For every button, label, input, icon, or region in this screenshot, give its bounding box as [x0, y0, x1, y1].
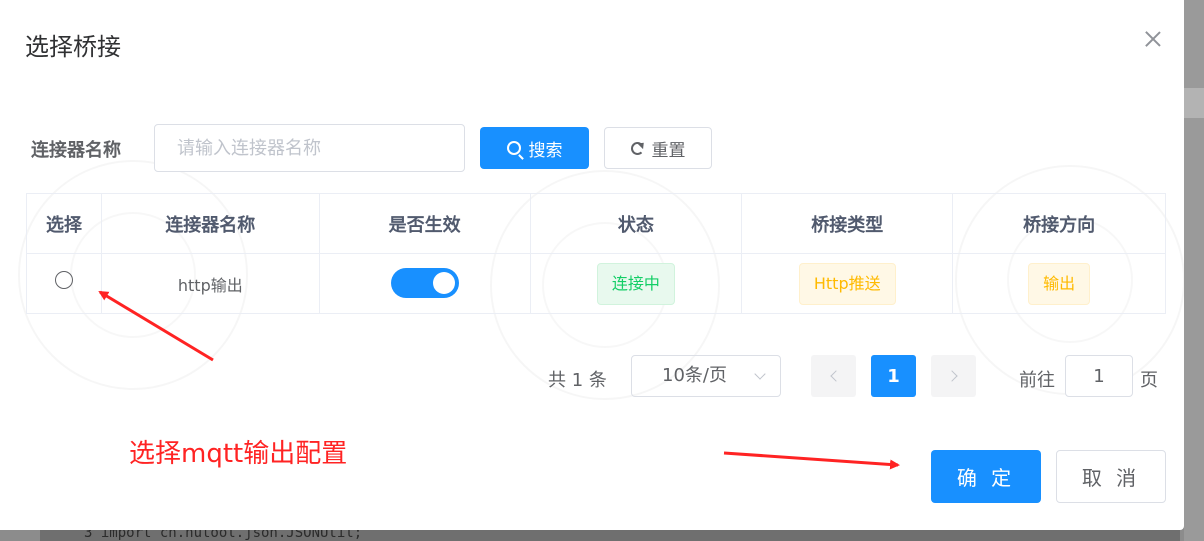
page-number-current[interactable]: 1: [871, 355, 916, 397]
search-button[interactable]: 搜索: [480, 127, 589, 169]
bridge-direction-tag: 输出: [1028, 262, 1091, 305]
background-strip: [1184, 88, 1204, 118]
goto-prefix: 前往: [1019, 370, 1055, 391]
header-bridge-direction: 桥接方向: [952, 193, 1166, 254]
page-size-value: 10条/页: [662, 365, 727, 386]
select-bridge-dialog: 选择桥接 连接器名称 搜索 重置 选择 连接器名称 是否生效 状态 桥接类型 桥…: [0, 0, 1184, 530]
cell-connector-name: http输出: [100, 253, 320, 314]
search-button-label: 搜索: [528, 140, 563, 161]
header-bridge-type: 桥接类型: [741, 193, 954, 254]
background-scrollbar-area: [1184, 0, 1204, 541]
header-select: 选择: [26, 193, 102, 254]
reset-button-label: 重置: [651, 140, 686, 161]
confirm-button[interactable]: 确 定: [931, 450, 1041, 503]
cell-status: 连接中: [529, 253, 743, 314]
table-row: http输出 连接中 Http推送 输出: [26, 253, 1166, 314]
reset-button[interactable]: 重置: [604, 127, 712, 169]
goto-suffix: 页: [1140, 370, 1158, 391]
goto-page-input[interactable]: [1065, 355, 1133, 397]
header-connector-name: 连接器名称: [100, 193, 320, 254]
connector-name-input[interactable]: [154, 124, 465, 172]
dialog-title: 选择桥接: [25, 33, 121, 61]
annotation-text: 选择mqtt输出配置: [129, 439, 348, 469]
cell-bridge-type: Http推送: [741, 253, 954, 314]
cell-bridge-direction: 输出: [952, 253, 1166, 314]
prev-page-button[interactable]: [811, 355, 856, 397]
refresh-icon: [630, 141, 644, 155]
search-icon: [506, 141, 521, 155]
chevron-right-icon: [945, 370, 958, 382]
cell-enabled: [318, 253, 531, 314]
close-icon[interactable]: [1140, 26, 1166, 52]
enabled-switch[interactable]: [390, 267, 459, 298]
connector-table: 选择 连接器名称 是否生效 状态 桥接类型 桥接方向 http输出 连接中 Ht…: [26, 193, 1166, 314]
bridge-type-tag: Http推送: [798, 262, 896, 305]
cancel-button[interactable]: 取 消: [1056, 450, 1166, 503]
row-select-radio[interactable]: [54, 271, 73, 289]
cell-select: [26, 253, 102, 314]
next-page-button[interactable]: [931, 355, 976, 397]
pagination-total: 共 1 条: [548, 370, 607, 391]
status-tag: 连接中: [596, 262, 675, 305]
table-header-row: 选择 连接器名称 是否生效 状态 桥接类型 桥接方向: [26, 193, 1166, 254]
page-size-select[interactable]: 10条/页: [631, 355, 781, 397]
chevron-left-icon: [829, 370, 842, 382]
header-status: 状态: [529, 193, 743, 254]
chevron-down-icon: [754, 368, 766, 380]
header-enabled: 是否生效: [318, 193, 531, 254]
connector-name-label: 连接器名称: [31, 140, 121, 161]
annotation-arrow-to-confirm: [723, 451, 900, 470]
